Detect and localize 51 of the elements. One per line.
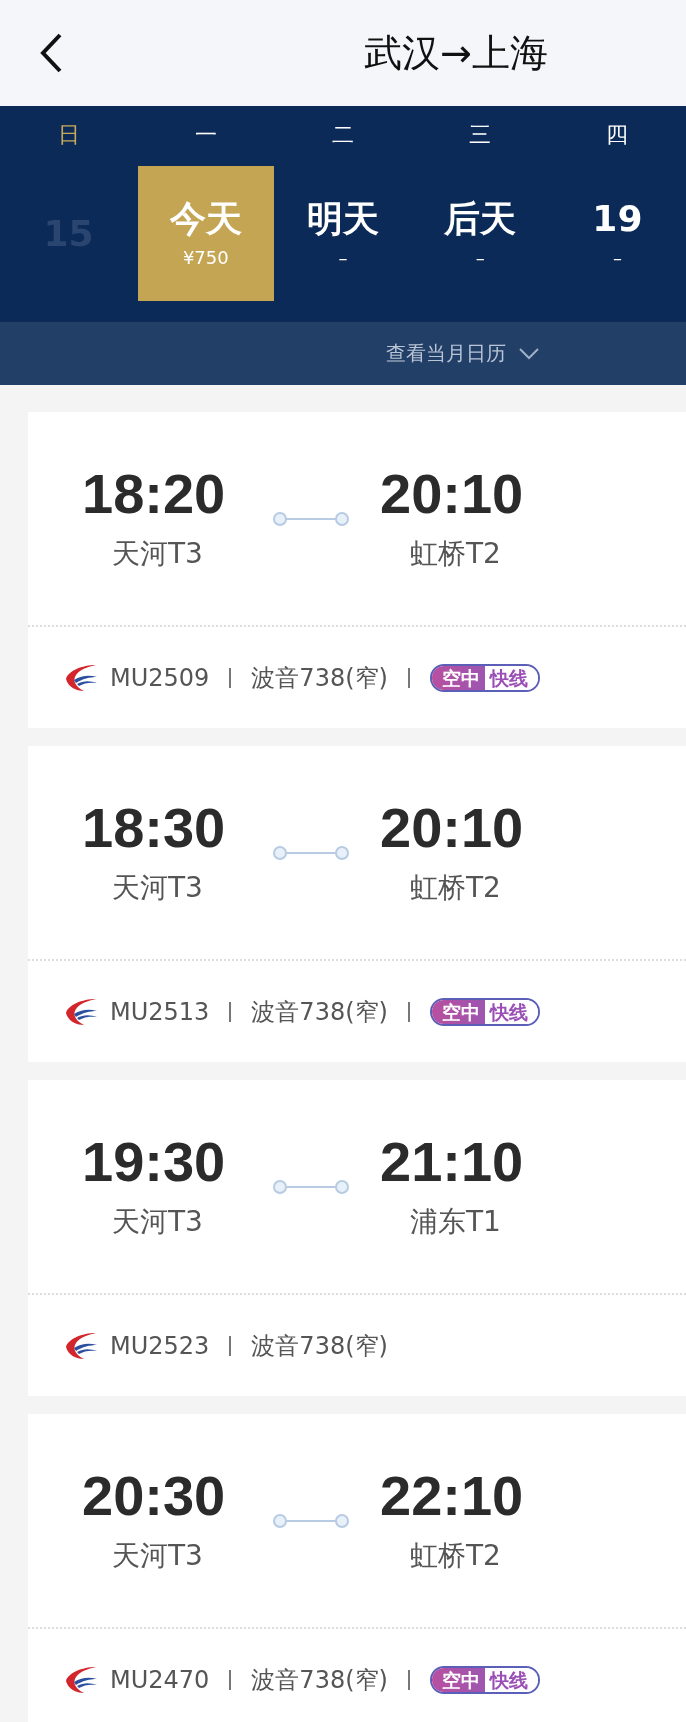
chevron-down-icon	[518, 346, 540, 361]
flight-card[interactable]: 18:30 天河T3 20:10 虹桥T2 MU2513 波音738(窄) 空中 快线	[28, 746, 686, 1062]
date-tab[interactable]: 19 –	[549, 166, 686, 301]
arrival-airport: 虹桥T2	[410, 1538, 501, 1574]
departure-time: 18:20	[82, 464, 226, 524]
airline-logo-icon	[64, 996, 98, 1027]
weekday-label: 四	[606, 121, 629, 149]
flight-card[interactable]: 19:30 天河T3 21:10 浦东T1 MU2523 波音738(窄)	[28, 1080, 686, 1396]
weekday-label: 日	[57, 121, 80, 149]
departure-airport: 天河T3	[112, 870, 203, 906]
express-tag: 空中 快线	[429, 1665, 540, 1694]
arrival-time: 20:10	[380, 464, 524, 524]
arrival-airport: 浦东T1	[410, 1204, 501, 1240]
date-tab[interactable]: 明天 –	[275, 166, 411, 301]
departure-time: 20:30	[82, 1466, 226, 1526]
flight-number: MU2513	[110, 997, 210, 1026]
flight-number: MU2523	[110, 1331, 210, 1360]
route-line-icon	[272, 511, 350, 527]
flight-card[interactable]: 20:30 天河T3 22:10 虹桥T2 MU2470 波音738(窄) 空中 快线	[28, 1414, 686, 1722]
aircraft-type: 波音738(窄)	[251, 1330, 388, 1362]
date-tab[interactable]: 后天 –	[412, 166, 549, 301]
airline-logo-icon	[64, 1664, 98, 1695]
departure-time: 18:30	[82, 798, 226, 858]
departure-airport: 天河T3	[112, 1538, 203, 1574]
weekday-label: 一	[194, 121, 217, 149]
route-line-icon	[272, 845, 350, 861]
flight-card[interactable]: 18:20 天河T3 20:10 虹桥T2 MU2509 波音738(窄) 空中 快线	[28, 412, 686, 728]
departure-airport: 天河T3	[112, 1204, 203, 1240]
arrival-airport: 虹桥T2	[410, 536, 501, 572]
express-tag: 空中 快线	[429, 997, 540, 1026]
arrival-time: 20:10	[380, 798, 524, 858]
express-tag: 空中 快线	[429, 663, 540, 692]
airline-logo-icon	[64, 1330, 98, 1361]
back-button[interactable]	[38, 32, 64, 74]
flight-number: MU2470	[110, 1665, 210, 1694]
route-line-icon	[272, 1513, 350, 1529]
departure-airport: 天河T3	[112, 536, 203, 572]
flight-number: MU2509	[110, 663, 210, 692]
aircraft-type: 波音738(窄)	[251, 662, 388, 694]
arrival-time: 22:10	[380, 1466, 524, 1526]
departure-time: 19:30	[82, 1132, 226, 1192]
weekday-label: 三	[469, 121, 492, 149]
airline-logo-icon	[64, 662, 98, 693]
route-line-icon	[272, 1179, 350, 1195]
arrival-airport: 虹桥T2	[410, 870, 501, 906]
calendar-link[interactable]: 查看当月日历	[386, 340, 540, 367]
weekday-label: 二	[332, 121, 354, 149]
aircraft-type: 波音738(窄)	[251, 996, 388, 1028]
aircraft-type: 波音738(窄)	[251, 1664, 388, 1696]
route-title: 武汉→上海	[364, 29, 548, 77]
arrival-time: 21:10	[380, 1132, 524, 1192]
